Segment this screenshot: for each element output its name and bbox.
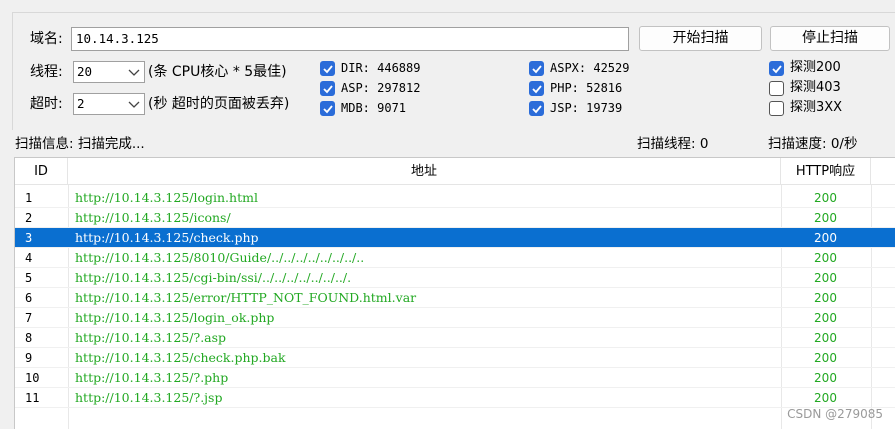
row-url: http://10.14.3.125/cgi-bin/ssi/../../../… bbox=[75, 270, 352, 285]
table-row[interactable]: 1 http://10.14.3.125/login.html 200 bbox=[15, 188, 895, 208]
column-header-http[interactable]: HTTP响应 bbox=[781, 158, 871, 185]
mdb-checkbox-label: MDB: 9071 bbox=[341, 101, 407, 115]
threads-hint: (条 CPU核心 * 5最佳) bbox=[148, 64, 287, 80]
row-http-code: 200 bbox=[814, 231, 837, 245]
timeout-hint: (秒 超时的页面被丢弃) bbox=[148, 96, 290, 112]
row-url: http://10.14.3.125/?.asp bbox=[75, 330, 227, 345]
row-url: http://10.14.3.125/error/HTTP_NOT_FOUND.… bbox=[75, 290, 417, 305]
row-url: http://10.14.3.125/login_ok.php bbox=[75, 310, 275, 325]
row-url: http://10.14.3.125/login.html bbox=[75, 190, 258, 205]
stop-scan-button[interactable]: 停止扫描 bbox=[770, 26, 890, 51]
row-http-code: 200 bbox=[814, 391, 837, 405]
column-header-id[interactable]: ID bbox=[15, 158, 68, 185]
chevron-down-icon bbox=[128, 69, 140, 76]
row-id: 10 bbox=[25, 371, 40, 385]
aspx-checkbox-label: ASPX: 42529 bbox=[550, 61, 630, 75]
watermark: CSDN @279085 bbox=[787, 407, 883, 421]
check-icon bbox=[323, 105, 333, 114]
table-header: ID 地址 HTTP响应 bbox=[15, 158, 895, 185]
row-http-code: 200 bbox=[814, 271, 837, 285]
probe-3xx-checkbox[interactable] bbox=[769, 101, 784, 116]
timeout-label: 超时: bbox=[30, 96, 63, 112]
row-id: 4 bbox=[25, 251, 33, 265]
row-url: http://10.14.3.125/?.php bbox=[75, 370, 229, 385]
scan-info-status: 扫描信息: 扫描完成... bbox=[15, 136, 145, 152]
start-scan-button[interactable]: 开始扫描 bbox=[639, 26, 762, 51]
dir-checkbox-label: DIR: 446889 bbox=[341, 61, 421, 75]
timeout-select[interactable]: 2 bbox=[73, 93, 145, 115]
table-row[interactable]: 8 http://10.14.3.125/?.asp 200 bbox=[15, 328, 895, 348]
table-row[interactable]: 7 http://10.14.3.125/login_ok.php 200 bbox=[15, 308, 895, 328]
probe-403-label: 探测403 bbox=[790, 80, 841, 95]
row-id: 1 bbox=[25, 191, 33, 205]
jsp-checkbox-label: JSP: 19739 bbox=[550, 101, 623, 115]
jsp-checkbox[interactable] bbox=[529, 101, 544, 116]
row-id: 6 bbox=[25, 291, 33, 305]
table-row[interactable]: 11 http://10.14.3.125/?.jsp 200 bbox=[15, 388, 895, 408]
check-icon bbox=[323, 65, 333, 74]
row-http-code: 200 bbox=[814, 371, 837, 385]
asp-checkbox[interactable] bbox=[320, 81, 335, 96]
table-row[interactable]: 5 http://10.14.3.125/cgi-bin/ssi/../../..… bbox=[15, 268, 895, 288]
row-http-code: 200 bbox=[814, 351, 837, 365]
aspx-checkbox[interactable] bbox=[529, 61, 544, 76]
domain-label: 域名: bbox=[30, 31, 63, 47]
check-icon bbox=[323, 85, 333, 94]
row-http-code: 200 bbox=[814, 331, 837, 345]
table-row[interactable]: 3 http://10.14.3.125/check.php 200 bbox=[15, 228, 895, 248]
scan-threads-status: 扫描线程: 0 bbox=[637, 136, 709, 152]
domain-input[interactable]: 10.14.3.125 bbox=[71, 27, 629, 51]
row-id: 7 bbox=[25, 311, 33, 325]
php-checkbox-label: PHP: 52816 bbox=[550, 81, 623, 95]
row-id: 2 bbox=[25, 211, 33, 225]
row-id: 8 bbox=[25, 331, 33, 345]
mdb-checkbox[interactable] bbox=[320, 101, 335, 116]
php-checkbox[interactable] bbox=[529, 81, 544, 96]
column-header-address[interactable]: 地址 bbox=[68, 158, 781, 185]
threads-label: 线程: bbox=[30, 64, 63, 80]
chevron-down-icon bbox=[128, 101, 140, 108]
row-url: http://10.14.3.125/check.php bbox=[75, 230, 259, 245]
row-http-code: 200 bbox=[814, 191, 837, 205]
check-icon bbox=[532, 65, 542, 74]
row-http-code: 200 bbox=[814, 211, 837, 225]
row-id: 9 bbox=[25, 351, 33, 365]
probe-3xx-label: 探测3XX bbox=[790, 100, 843, 115]
table-row[interactable]: 9 http://10.14.3.125/check.php.bak 200 bbox=[15, 348, 895, 368]
row-url: http://10.14.3.125/?.jsp bbox=[75, 390, 223, 405]
row-http-code: 200 bbox=[814, 251, 837, 265]
timeout-value: 2 bbox=[77, 96, 85, 111]
row-id: 3 bbox=[25, 231, 33, 245]
row-url: http://10.14.3.125/icons/ bbox=[75, 210, 231, 225]
probe-403-checkbox[interactable] bbox=[769, 81, 784, 96]
check-icon bbox=[772, 65, 782, 74]
table-row[interactable]: 10 http://10.14.3.125/?.php 200 bbox=[15, 368, 895, 388]
table-row[interactable]: 6 http://10.14.3.125/error/HTTP_NOT_FOUND… bbox=[15, 288, 895, 308]
check-icon bbox=[532, 105, 542, 114]
row-id: 11 bbox=[25, 391, 40, 405]
table-row[interactable]: 2 http://10.14.3.125/icons/200 bbox=[15, 208, 895, 228]
threads-select[interactable]: 20 bbox=[73, 61, 145, 83]
probe-200-label: 探测200 bbox=[790, 60, 841, 75]
row-url: http://10.14.3.125/check.php.bak bbox=[75, 350, 286, 365]
row-id: 5 bbox=[25, 271, 33, 285]
dir-checkbox[interactable] bbox=[320, 61, 335, 76]
check-icon bbox=[532, 85, 542, 94]
probe-200-checkbox[interactable] bbox=[769, 61, 784, 76]
asp-checkbox-label: ASP: 297812 bbox=[341, 81, 421, 95]
row-http-code: 200 bbox=[814, 311, 837, 325]
results-table[interactable]: ID 地址 HTTP响应 1 http://10.14.3.125/login.h… bbox=[14, 157, 895, 429]
table-row[interactable]: 4 http://10.14.3.125/8010/Guide/../../../… bbox=[15, 248, 895, 268]
row-http-code: 200 bbox=[814, 291, 837, 305]
row-url: http://10.14.3.125/8010/Guide/../../../.… bbox=[75, 250, 365, 265]
scan-speed-status: 扫描速度: 0/秒 bbox=[768, 136, 858, 152]
threads-value: 20 bbox=[77, 64, 93, 79]
